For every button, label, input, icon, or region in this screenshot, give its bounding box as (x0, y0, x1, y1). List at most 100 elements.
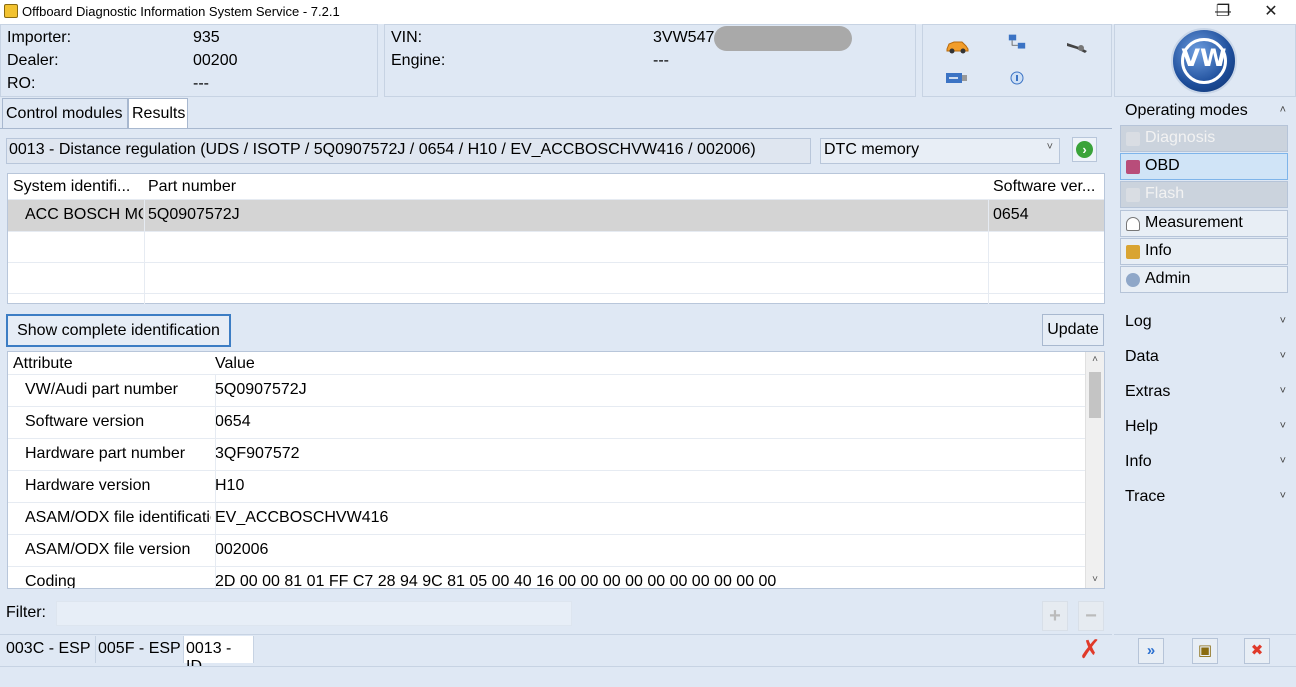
module-description-field: 0013 - Distance regulation (UDS / ISOTP … (6, 138, 811, 164)
fit-window-button[interactable]: ▣ (1192, 638, 1218, 664)
mode-diagnosis[interactable]: Diagnosis (1120, 125, 1288, 152)
column-header-part[interactable]: Part number (148, 178, 648, 196)
attribute-row[interactable]: Hardware version H10 (8, 470, 1086, 502)
tab-control-modules[interactable]: Control modules (2, 98, 128, 129)
scroll-up-icon[interactable]: ˄ (1086, 352, 1104, 368)
chevron-down-icon: ˅ (1046, 141, 1053, 153)
attribute-name: Software version (25, 413, 145, 430)
car-icon[interactable] (945, 37, 969, 55)
mode-flash[interactable]: Flash (1120, 181, 1288, 208)
network-icon[interactable] (1005, 33, 1029, 51)
section-log[interactable]: Log ˅ (1117, 309, 1294, 335)
dealer-label: Dealer: (7, 52, 59, 69)
attribute-name: VW/Audi part number (25, 381, 178, 398)
diagnosis-icon (1126, 132, 1140, 146)
attribute-row[interactable]: Hardware part number 3QF907572 (8, 438, 1086, 470)
update-button[interactable]: Update (1042, 314, 1104, 346)
maximize-button[interactable]: ❐ (1200, 0, 1246, 24)
chevron-down-icon: ˅ (1279, 490, 1286, 502)
table-row-empty (8, 293, 1104, 305)
attribute-row[interactable]: ASAM/ODX file identification EV_ACCBOSCH… (8, 502, 1086, 534)
vw-logo: VW (1171, 28, 1237, 94)
title-bar: Offboard Diagnostic Information System S… (0, 0, 1296, 24)
column-header-system[interactable]: System identifi... (13, 178, 141, 196)
chevron-down-icon: ˅ (1279, 455, 1286, 467)
bottom-tab-003c[interactable]: 003C - ESP (4, 636, 96, 663)
dealer-value: 00200 (193, 52, 238, 69)
attribute-value: 3QF907572 (215, 445, 300, 462)
part-cell: 5Q0907572J (148, 206, 240, 223)
software-cell: 0654 (993, 206, 1029, 223)
attribute-name: Coding (25, 573, 76, 589)
chevron-down-icon: ˅ (1279, 350, 1286, 362)
table-row-empty (8, 262, 1104, 294)
operating-modes-header[interactable]: Operating modes ˄ (1117, 98, 1294, 124)
mode-admin[interactable]: Admin (1120, 266, 1288, 293)
vin-label: VIN: (391, 29, 423, 46)
filter-label: Filter: (6, 604, 46, 621)
usb-icon[interactable] (945, 69, 969, 87)
chevron-down-icon: ˅ (1279, 385, 1286, 397)
scroll-down-icon[interactable]: ˅ (1086, 572, 1104, 588)
tool-icons-box (922, 24, 1112, 97)
mode-obd[interactable]: OBD (1120, 153, 1288, 180)
remove-filter-button[interactable]: − (1078, 601, 1104, 631)
vin-value: 3VW547 (653, 29, 715, 46)
attribute-name: ASAM/ODX file identification (25, 509, 211, 526)
attribute-value: 5Q0907572J (215, 381, 307, 398)
attribute-row[interactable]: Software version 0654 (8, 406, 1086, 438)
column-header-attribute[interactable]: Attribute (13, 355, 73, 373)
go-button[interactable]: › (1072, 137, 1097, 162)
table-row-empty (8, 231, 1104, 263)
scroll-thumb[interactable] (1089, 372, 1101, 418)
exit-button[interactable]: ✖ (1244, 638, 1270, 664)
attribute-name: Hardware version (25, 477, 151, 494)
close-tab-icon[interactable]: ✗ (1078, 636, 1102, 662)
section-trace[interactable]: Trace ˅ (1117, 484, 1294, 510)
bottom-tab-005f[interactable]: 005F - ESP (96, 636, 184, 663)
column-header-value[interactable]: Value (215, 355, 255, 373)
table-row[interactable]: ACC BOSCH MQ 5Q0907572J 0654 (8, 199, 1104, 231)
tab-results[interactable]: Results (128, 98, 188, 129)
section-info[interactable]: Info ˅ (1117, 449, 1294, 475)
ro-value: --- (193, 75, 209, 92)
attribute-value: 002006 (215, 541, 269, 558)
header-info: Importer: 935 Dealer: 00200 RO: --- VIN:… (0, 24, 1112, 97)
system-cell: ACC BOSCH MQ (25, 206, 143, 223)
gear-icon (1126, 273, 1140, 287)
bottom-tab-0013[interactable]: 0013 - ID (184, 636, 254, 675)
attribute-row[interactable]: ASAM/ODX file version 002006 (8, 534, 1086, 566)
add-filter-button[interactable]: + (1042, 601, 1068, 631)
section-extras[interactable]: Extras ˅ (1117, 379, 1294, 405)
view-select[interactable]: DTC memory ˅ (820, 138, 1060, 164)
key-icon[interactable] (1065, 37, 1089, 55)
chevron-down-icon: ˅ (1279, 315, 1286, 327)
mode-info[interactable]: Info (1120, 238, 1288, 265)
app-icon (4, 4, 18, 18)
section-data[interactable]: Data ˅ (1117, 344, 1294, 370)
close-window-button[interactable]: ✕ (1248, 0, 1294, 24)
info-icon[interactable] (1005, 69, 1029, 87)
books-icon (1126, 245, 1140, 259)
flash-icon (1126, 188, 1140, 202)
filter-input[interactable] (56, 601, 572, 626)
importer-label: Importer: (7, 29, 72, 46)
chevron-down-icon: ˅ (1279, 420, 1286, 432)
vertical-scrollbar[interactable]: ˄ ˅ (1085, 352, 1104, 588)
brand-area: VW (1114, 24, 1296, 97)
attribute-value: H10 (215, 477, 245, 494)
view-select-value: DTC memory (824, 141, 920, 158)
attribute-row[interactable]: VW/Audi part number 5Q0907572J (8, 374, 1086, 406)
section-help[interactable]: Help ˅ (1117, 414, 1294, 440)
mode-measurement[interactable]: Measurement (1120, 210, 1288, 237)
forward-button[interactable]: » (1138, 638, 1164, 664)
maximize-icon: ❐ (1215, 3, 1231, 20)
engine-value: --- (653, 52, 669, 69)
show-complete-identification-button[interactable]: Show complete identification (6, 314, 231, 347)
attribute-value: 2D 00 00 81 01 FF C7 28 94 9C 81 05 00 4… (215, 573, 777, 589)
column-header-software[interactable]: Software ver... (993, 178, 1103, 196)
attribute-row[interactable]: Coding 2D 00 00 81 01 FF C7 28 94 9C 81 … (8, 566, 1086, 589)
chevron-up-icon: ˄ (1279, 104, 1286, 116)
window-title: Offboard Diagnostic Information System S… (22, 4, 340, 19)
attribute-value: EV_ACCBOSCHVW416 (215, 509, 389, 526)
